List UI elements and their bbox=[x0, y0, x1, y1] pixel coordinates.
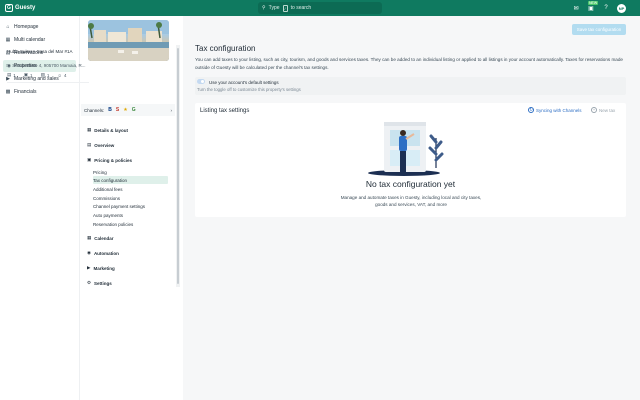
search-shortcut-key: / bbox=[282, 4, 288, 12]
stat-bathrooms: ▣ 1 bbox=[24, 72, 33, 78]
side-item-details-layout[interactable]: ▦ Details & layout bbox=[87, 127, 128, 133]
sync-label: Syncing with Channels bbox=[536, 107, 582, 113]
vrbo-channel-icon: ★ bbox=[123, 107, 128, 113]
bed-icon: ▤ bbox=[7, 72, 12, 77]
search-bar[interactable]: ⚲ Type / to search bbox=[258, 2, 382, 14]
side-item-label: Pricing & policies bbox=[94, 157, 133, 163]
divider bbox=[7, 82, 89, 83]
automation-icon: ◉ bbox=[87, 250, 91, 255]
property-address-text: Strada Brate 4, 905700 Mamaia, R... bbox=[12, 63, 86, 68]
syncing-with-channels-link[interactable]: ↻ Syncing with Channels bbox=[528, 107, 582, 113]
side-item-label: Details & layout bbox=[94, 127, 129, 133]
stat-bathrooms-value: 1 bbox=[30, 72, 33, 78]
help-icon[interactable]: ? bbox=[601, 3, 611, 13]
empty-state-title: No tax configuration yet bbox=[365, 179, 456, 189]
side-item-marketing[interactable]: ▶ Marketing bbox=[87, 265, 115, 271]
stat-beds: ▧ 1 bbox=[41, 72, 50, 78]
bath-icon: ▣ bbox=[23, 72, 29, 77]
property-photo bbox=[88, 20, 169, 61]
channels-row[interactable]: Channels: B S ★ G › bbox=[81, 104, 175, 116]
logo-text: Guesty bbox=[15, 5, 36, 11]
google-channel-icon: G bbox=[131, 107, 136, 113]
default-settings-hint: Turn the toggle off to customize this pr… bbox=[197, 87, 301, 92]
nav-item-homepage[interactable]: ⌂ Homepage bbox=[3, 21, 76, 33]
page-description: You can add taxes to your listing, such … bbox=[195, 57, 623, 70]
guesty-logo[interactable]: G Guesty bbox=[5, 3, 35, 13]
stat-beds-value: 1 bbox=[46, 72, 50, 78]
calendar-icon: ▦ bbox=[5, 37, 11, 43]
logo-mark-icon: G bbox=[5, 4, 13, 12]
new-tax-label: New tax bbox=[599, 107, 616, 113]
details-icon: ▦ bbox=[87, 127, 92, 132]
save-tax-configuration-button[interactable]: Save tax configuration bbox=[572, 24, 626, 35]
empty-state-description: Manage and automate taxes in Guesty, inc… bbox=[340, 195, 482, 207]
property-address: ◉ Strada Brate 4, 905700 Mamaia, R... bbox=[7, 63, 89, 69]
side-item-automation[interactable]: ◉ Automation bbox=[87, 250, 119, 256]
search-icon: ⚲ bbox=[262, 5, 266, 11]
side-item-settings[interactable]: ⚙ Settings bbox=[87, 280, 112, 286]
sub-item-pricing[interactable]: Pricing bbox=[93, 168, 168, 176]
stat-bedrooms-value: 1 bbox=[13, 72, 16, 78]
channels-label: Channels: bbox=[84, 107, 105, 113]
side-item-label: Calendar bbox=[94, 235, 114, 241]
sub-item-additional-fees[interactable]: Additional fees bbox=[93, 185, 168, 193]
sub-item-commissions[interactable]: Commissions bbox=[93, 194, 168, 202]
nav-item-label: Financials bbox=[14, 89, 37, 95]
sync-icon: ↻ bbox=[528, 107, 534, 113]
calendar-icon: ▦ bbox=[87, 235, 92, 240]
plus-icon: + bbox=[591, 107, 597, 113]
sub-item-channel-payment-settings[interactable]: Channel payment settings bbox=[93, 202, 168, 210]
search-label-pre: Type bbox=[268, 5, 280, 11]
home-icon: ⌂ bbox=[6, 24, 10, 30]
nav-item-financials[interactable]: ▩ Financials bbox=[3, 86, 76, 98]
sub-item-tax-configuration[interactable]: Tax configuration bbox=[93, 176, 168, 184]
default-settings-label: Use your account's default settings bbox=[209, 80, 279, 85]
sub-item-auto-payments[interactable]: Auto payments bbox=[93, 211, 168, 219]
overview-icon: ▤ bbox=[87, 142, 92, 147]
side-item-overview[interactable]: ▤ Overview bbox=[87, 142, 114, 148]
door-icon: ▧ bbox=[40, 72, 45, 77]
nav-item-label: Multi calendar bbox=[14, 37, 46, 43]
side-item-label: Marketing bbox=[93, 265, 115, 271]
side-item-calendar[interactable]: ▦ Calendar bbox=[87, 235, 114, 241]
side-item-label: Overview bbox=[94, 142, 115, 148]
booking-channel-icon: B bbox=[108, 107, 112, 113]
sidebar-scroll-thumb[interactable] bbox=[177, 48, 179, 284]
financials-icon: ▩ bbox=[5, 89, 11, 95]
nav-item-label: Homepage bbox=[14, 24, 39, 30]
avatar[interactable]: NP bbox=[617, 4, 626, 13]
card-title: Listing tax settings bbox=[200, 108, 250, 114]
property-name[interactable]: Hubie Suites - Casa del Mar #1A bbox=[7, 49, 73, 54]
empty-state-illustration bbox=[368, 122, 444, 176]
chevron-right-icon: › bbox=[170, 107, 173, 113]
side-item-label: Automation bbox=[93, 250, 119, 256]
stat-guests-value: 4 bbox=[63, 72, 67, 78]
new-badge: NEW bbox=[588, 1, 599, 5]
airbnb-channel-icon: S bbox=[115, 107, 120, 113]
sub-item-reservation-policies[interactable]: Reservation policies bbox=[93, 220, 168, 228]
pricing-icon: ▣ bbox=[87, 157, 92, 162]
guests-icon: ☺ bbox=[57, 72, 62, 78]
property-stats: ▤ 1 ▣ 1 ▧ 1 ☺ 4 bbox=[7, 72, 66, 78]
marketing-icon: ▶ bbox=[87, 265, 91, 270]
gear-icon: ⚙ bbox=[87, 280, 92, 285]
stat-guests: ☺ 4 bbox=[57, 72, 66, 78]
stat-bedrooms: ▤ 1 bbox=[7, 72, 16, 78]
nav-item-multi-calendar[interactable]: ▦ Multi calendar bbox=[3, 34, 76, 46]
bell-icon[interactable]: ✉ bbox=[571, 3, 581, 13]
search-label-post: to search bbox=[290, 5, 312, 11]
side-item-label: Settings bbox=[94, 280, 112, 286]
new-tax-button[interactable]: + New tax bbox=[591, 107, 615, 113]
page-title: Tax configuration bbox=[195, 44, 256, 53]
side-item-pricing-policies[interactable]: ▣ Pricing & policies bbox=[87, 157, 132, 163]
default-settings-toggle[interactable] bbox=[197, 79, 205, 84]
